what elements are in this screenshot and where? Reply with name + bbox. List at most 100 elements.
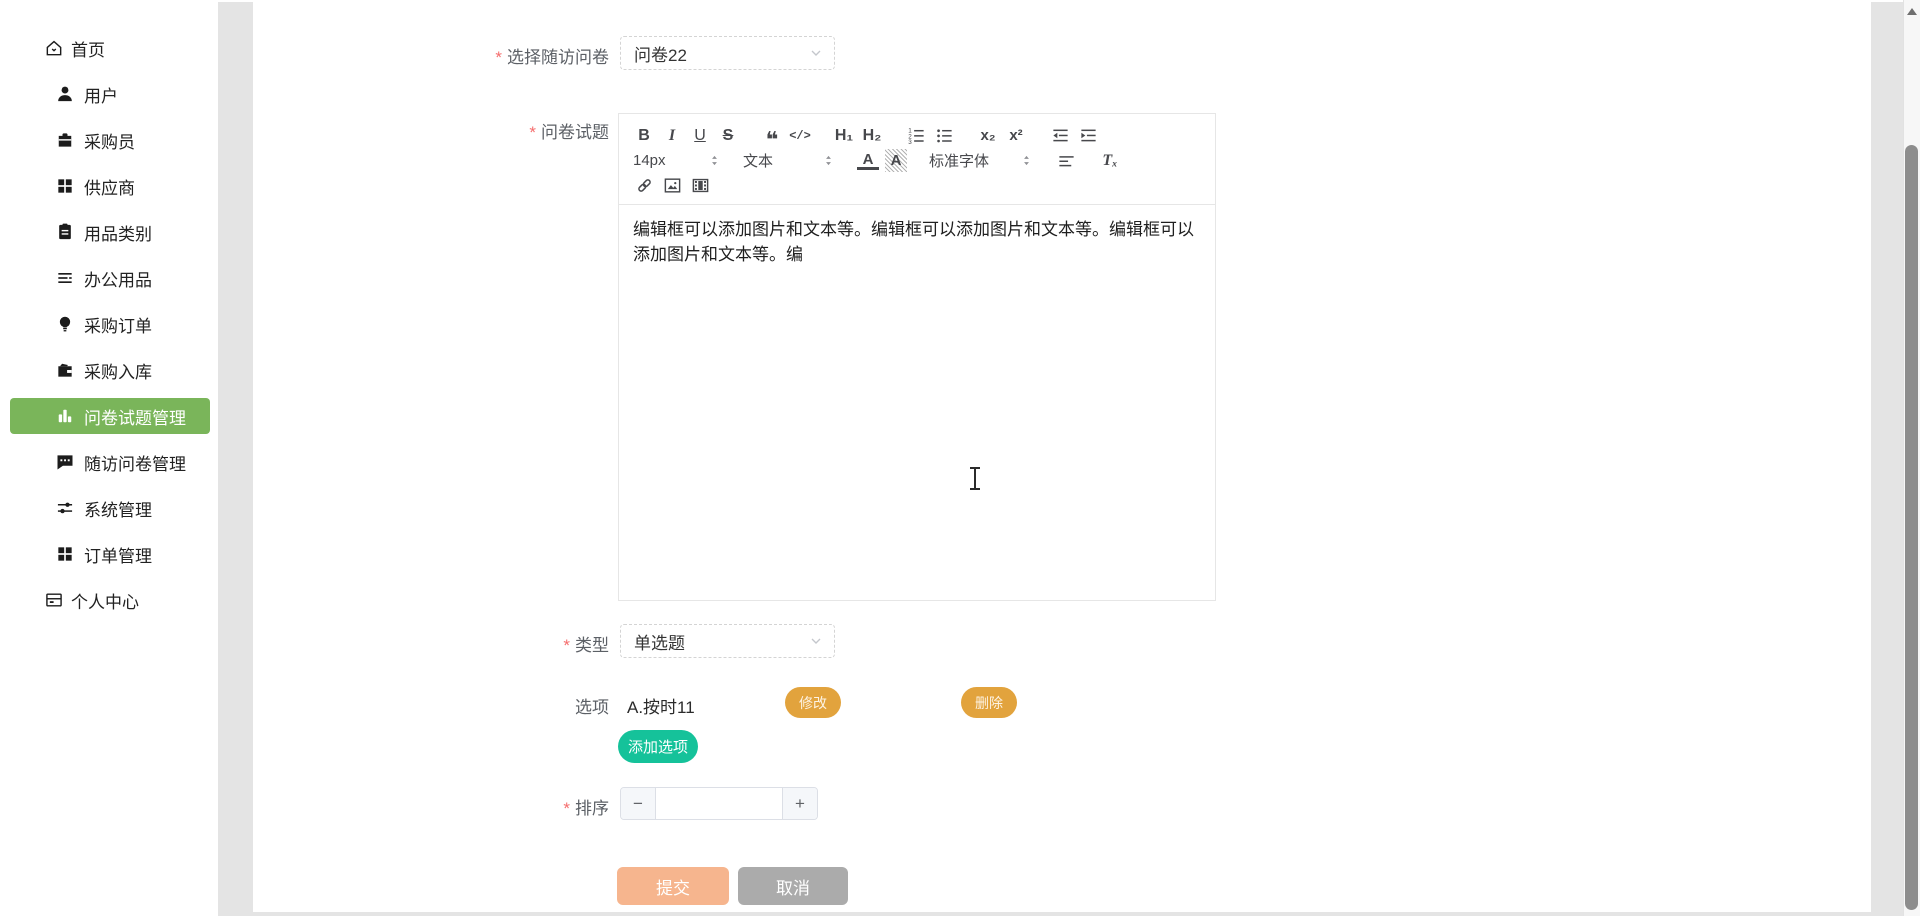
- updown-arrows-icon: [1020, 154, 1033, 167]
- header2-button[interactable]: H₂: [861, 124, 883, 147]
- sidebar-item-question-management[interactable]: 问卷试题管理: [10, 398, 210, 434]
- bar-chart-icon: [55, 406, 75, 426]
- sidebar-item-label: 办公用品: [84, 270, 152, 290]
- sidebar-item-profile-center[interactable]: 个人中心: [0, 582, 218, 618]
- editor-content[interactable]: 编辑框可以添加图片和文本等。编辑框可以添加图片和文本等。编辑框可以添加图片和文本…: [619, 205, 1215, 605]
- clipboard-icon: [55, 222, 75, 242]
- sidebar-item-purchase-inbound[interactable]: 采购入库: [0, 352, 218, 388]
- type-select-label: * 类型: [563, 636, 609, 655]
- sort-label: * 排序: [563, 799, 609, 818]
- type-select[interactable]: 单选题: [620, 624, 835, 658]
- questionnaire-select[interactable]: 问卷22: [620, 36, 835, 70]
- underline-button[interactable]: U: [689, 124, 711, 147]
- questionnaire-select-value: 问卷22: [634, 45, 687, 65]
- sidebar-item-label: 采购订单: [84, 316, 152, 336]
- required-asterisk: *: [529, 123, 536, 142]
- sort-input[interactable]: [656, 788, 782, 819]
- indent-icon[interactable]: [1077, 124, 1099, 147]
- right-gutter: [1871, 2, 1903, 916]
- chevron-down-icon: [808, 633, 824, 649]
- app-root: 首页用户采购员供应商用品类别办公用品采购订单采购入库问卷试题管理 随访问卷管理 系统…: [0, 0, 1920, 916]
- sidebar-item-label: 系统管理: [84, 500, 152, 520]
- sidebar-item-system-management[interactable]: 系统管理: [0, 490, 218, 526]
- align-icon[interactable]: [1055, 149, 1077, 172]
- sidebar-item-home[interactable]: 首页: [0, 30, 218, 66]
- grid-icon: [55, 544, 75, 564]
- link-icon[interactable]: [633, 174, 655, 197]
- lightbulb-icon: [55, 314, 75, 334]
- font-size-select[interactable]: 14px: [633, 149, 721, 172]
- blockquote-button[interactable]: ❝: [761, 124, 783, 150]
- stepper-decrease-button[interactable]: −: [621, 788, 656, 819]
- bold-button[interactable]: B: [633, 124, 655, 147]
- clear-format-button[interactable]: Tₓ: [1099, 149, 1121, 172]
- scroll-up-arrow-icon[interactable]: [1907, 8, 1917, 15]
- sidebar-item-label: 采购员: [84, 132, 135, 152]
- sidebar-item-label: 首页: [71, 40, 105, 60]
- type-select-value: 单选题: [634, 633, 685, 653]
- sidebar-item-purchase-order[interactable]: 采购订单: [0, 306, 218, 342]
- updown-arrows-icon: [708, 154, 721, 167]
- sidebar-item-label: 个人中心: [71, 592, 139, 612]
- sidebar-item-purchaser[interactable]: 采购员: [0, 122, 218, 158]
- card-icon: [44, 590, 64, 610]
- font-color-button[interactable]: A: [857, 151, 879, 170]
- sidebar-item-label: 用品类别: [84, 224, 152, 244]
- required-asterisk: *: [563, 636, 570, 655]
- superscript-button[interactable]: x²: [1005, 124, 1027, 147]
- font-family-select[interactable]: 标准字体: [929, 149, 1033, 172]
- ordered-list-icon[interactable]: 123: [905, 124, 927, 147]
- modify-option-button[interactable]: 修改: [785, 687, 841, 718]
- required-asterisk: *: [563, 799, 570, 818]
- code-block-button[interactable]: </>: [789, 124, 811, 147]
- sidebar-item-supplier[interactable]: 供应商: [0, 168, 218, 204]
- chat-icon: [55, 452, 75, 472]
- scrollbar-thumb[interactable]: [1905, 145, 1918, 910]
- italic-button[interactable]: I: [661, 124, 683, 147]
- sidebar-item-label: 随访问卷管理: [84, 454, 186, 474]
- wallet-icon: [55, 360, 75, 380]
- sliders-icon: [55, 498, 75, 518]
- home-icon: [44, 38, 64, 58]
- add-option-button[interactable]: 添加选项: [618, 730, 698, 763]
- editor-toolbar: B I U S ❝ </> H₁ H₂ 123 x₂ x² 14px 文本 A …: [619, 114, 1215, 205]
- image-icon[interactable]: [661, 174, 683, 197]
- outdent-icon[interactable]: [1049, 124, 1071, 147]
- briefcase-icon: [55, 130, 75, 150]
- grid-icon: [55, 176, 75, 196]
- background-color-button[interactable]: A: [885, 149, 907, 172]
- subscript-button[interactable]: x₂: [977, 124, 999, 147]
- sidebar-item-office-supplies[interactable]: 办公用品: [0, 260, 218, 296]
- svg-text:3: 3: [908, 139, 912, 145]
- delete-option-button[interactable]: 删除: [961, 687, 1017, 718]
- left-gutter: [218, 2, 253, 916]
- user-icon: [55, 84, 75, 104]
- strikethrough-button[interactable]: S: [717, 124, 739, 147]
- sidebar-item-label: 供应商: [84, 178, 135, 198]
- sidebar-item-label: 问卷试题管理: [84, 408, 186, 428]
- option-item-text: A.按时11: [627, 698, 695, 717]
- questionnaire-select-label: * 选择随访问卷: [495, 48, 609, 67]
- video-icon[interactable]: [689, 174, 711, 197]
- submit-button[interactable]: 提交: [617, 867, 729, 905]
- header1-button[interactable]: H₁: [833, 124, 855, 147]
- sidebar-item-users[interactable]: 用户: [0, 76, 218, 112]
- sidebar-item-followup-questionnaire[interactable]: 随访问卷管理: [0, 444, 218, 480]
- sort-stepper: − +: [620, 787, 818, 820]
- updown-arrows-icon: [822, 154, 835, 167]
- sidebar: 首页用户采购员供应商用品类别办公用品采购订单采购入库问卷试题管理 随访问卷管理 系统…: [0, 0, 218, 916]
- sidebar-item-label: 订单管理: [84, 546, 152, 566]
- sidebar-item-order-management[interactable]: 订单管理: [0, 536, 218, 572]
- text-style-select[interactable]: 文本: [743, 149, 835, 172]
- list-lines-icon: [55, 268, 75, 288]
- chevron-down-icon: [808, 45, 824, 61]
- rich-text-editor: B I U S ❝ </> H₁ H₂ 123 x₂ x² 14px 文本 A …: [618, 113, 1216, 601]
- stepper-increase-button[interactable]: +: [782, 788, 817, 819]
- question-editor-label: * 问卷试题: [529, 123, 609, 142]
- bullet-list-icon[interactable]: [933, 124, 955, 147]
- cancel-button[interactable]: 取消: [738, 867, 848, 905]
- sidebar-item-supply-category[interactable]: 用品类别: [0, 214, 218, 250]
- sidebar-item-label: 用户: [84, 86, 118, 106]
- required-asterisk: *: [495, 48, 502, 67]
- sidebar-item-label: 采购入库: [84, 362, 152, 382]
